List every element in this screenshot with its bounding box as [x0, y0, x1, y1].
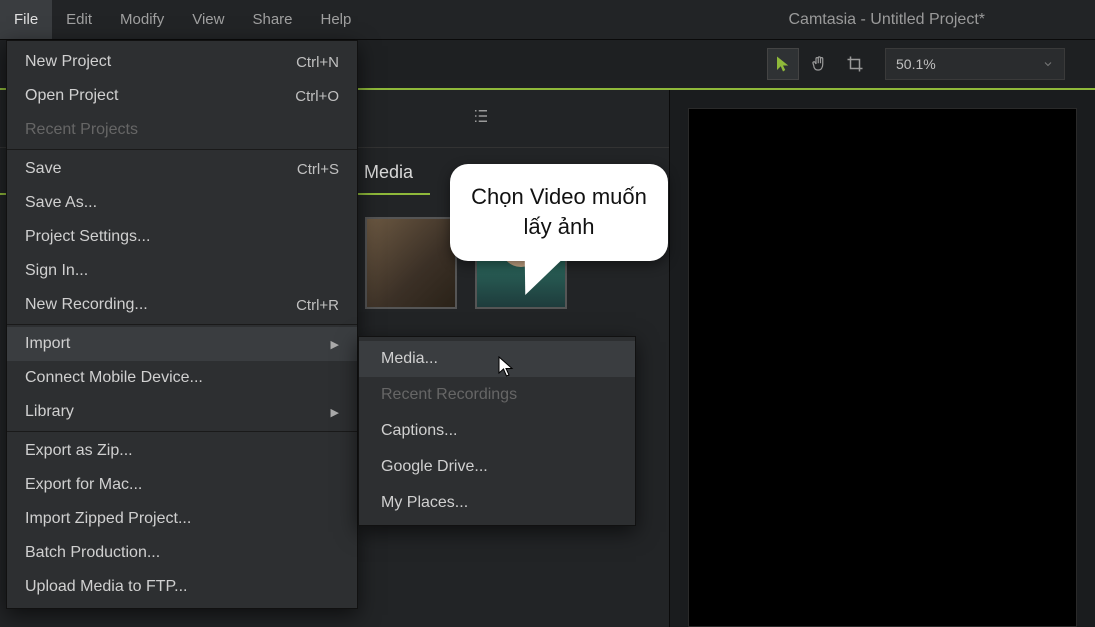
callout-text: Chọn Video muốn lấy ảnh — [466, 182, 652, 241]
menu-item-label: Import — [25, 335, 70, 353]
zoom-value: 50.1% — [896, 56, 936, 72]
file-menu-item[interactable]: Export for Mac... — [7, 468, 357, 502]
menu-item-label: Upload Media to FTP... — [25, 578, 187, 596]
menu-help[interactable]: Help — [307, 0, 366, 39]
menu-item-label: Library — [25, 403, 74, 421]
menu-item-label: Project Settings... — [25, 228, 150, 246]
chevron-down-icon — [1042, 58, 1054, 70]
window-title: Camtasia - Untitled Project* — [788, 0, 985, 40]
file-menu-item[interactable]: Open Project Ctrl+O — [7, 79, 357, 113]
pointer-icon — [774, 55, 792, 73]
pan-tool[interactable] — [803, 48, 835, 80]
file-menu-item: Recent Projects — [7, 113, 357, 150]
file-menu-item[interactable]: Save As... — [7, 186, 357, 220]
menu-item-label: New Recording... — [25, 296, 148, 314]
submenu-item[interactable]: My Places... — [359, 485, 635, 521]
menu-view[interactable]: View — [178, 0, 238, 39]
menubar: File Edit Modify View Share Help Camtasi… — [0, 0, 1095, 40]
import-submenu: Media...Recent RecordingsCaptions...Goog… — [358, 336, 636, 526]
menu-shortcut: Ctrl+N — [296, 54, 339, 71]
submenu-item[interactable]: Media... — [359, 341, 635, 377]
file-menu-item[interactable]: Save Ctrl+S — [7, 152, 357, 186]
menu-item-label: Sign In... — [25, 262, 88, 280]
pointer-tool[interactable] — [767, 48, 799, 80]
chevron-right-icon: ▶ — [331, 406, 339, 419]
menu-modify[interactable]: Modify — [106, 0, 178, 39]
menu-file[interactable]: File — [0, 0, 52, 39]
file-menu-item[interactable]: Sign In... — [7, 254, 357, 288]
menu-item-label: Save — [25, 160, 61, 178]
submenu-item[interactable]: Google Drive... — [359, 449, 635, 485]
file-menu-item[interactable]: Batch Production... — [7, 536, 357, 570]
crop-icon — [846, 55, 864, 73]
cursor-icon — [498, 356, 516, 383]
menu-shortcut: Ctrl+R — [296, 297, 339, 314]
menu-item-label: Connect Mobile Device... — [25, 369, 203, 387]
submenu-item[interactable]: Captions... — [359, 413, 635, 449]
file-menu-item[interactable]: Import ▶ — [7, 327, 357, 361]
file-menu-item[interactable]: Import Zipped Project... — [7, 502, 357, 536]
properties-icon[interactable] — [470, 107, 492, 130]
menu-item-label: Export for Mac... — [25, 476, 142, 494]
menu-edit[interactable]: Edit — [52, 0, 106, 39]
menu-item-label: Save As... — [25, 194, 97, 212]
crop-tool[interactable] — [839, 48, 871, 80]
annotation-callout: Chọn Video muốn lấy ảnh — [450, 164, 668, 261]
file-menu-item[interactable]: New Recording... Ctrl+R — [7, 288, 357, 325]
menu-shortcut: Ctrl+O — [295, 88, 339, 105]
media-thumbnail[interactable] — [365, 217, 457, 309]
file-menu-item[interactable]: Connect Mobile Device... — [7, 361, 357, 395]
menu-share[interactable]: Share — [238, 0, 306, 39]
zoom-dropdown[interactable]: 50.1% — [885, 48, 1065, 80]
file-menu-dropdown: New Project Ctrl+N Open Project Ctrl+O Recen… — [6, 40, 358, 609]
file-menu-item[interactable]: Export as Zip... — [7, 434, 357, 468]
preview-canvas[interactable] — [688, 108, 1077, 627]
file-menu-item[interactable]: New Project Ctrl+N — [7, 45, 357, 79]
file-menu-item[interactable]: Upload Media to FTP... — [7, 570, 357, 604]
menu-shortcut: Ctrl+S — [297, 161, 339, 178]
menu-item-label: Recent Projects — [25, 121, 138, 139]
submenu-item: Recent Recordings — [359, 377, 635, 413]
menu-item-label: Open Project — [25, 87, 118, 105]
hand-icon — [810, 55, 828, 73]
file-menu-item[interactable]: Project Settings... — [7, 220, 357, 254]
chevron-right-icon: ▶ — [331, 338, 339, 351]
menu-item-label: Import Zipped Project... — [25, 510, 191, 528]
menu-item-label: New Project — [25, 53, 111, 71]
menu-item-label: Export as Zip... — [25, 442, 133, 460]
menu-item-label: Batch Production... — [25, 544, 160, 562]
file-menu-item[interactable]: Library ▶ — [7, 395, 357, 432]
